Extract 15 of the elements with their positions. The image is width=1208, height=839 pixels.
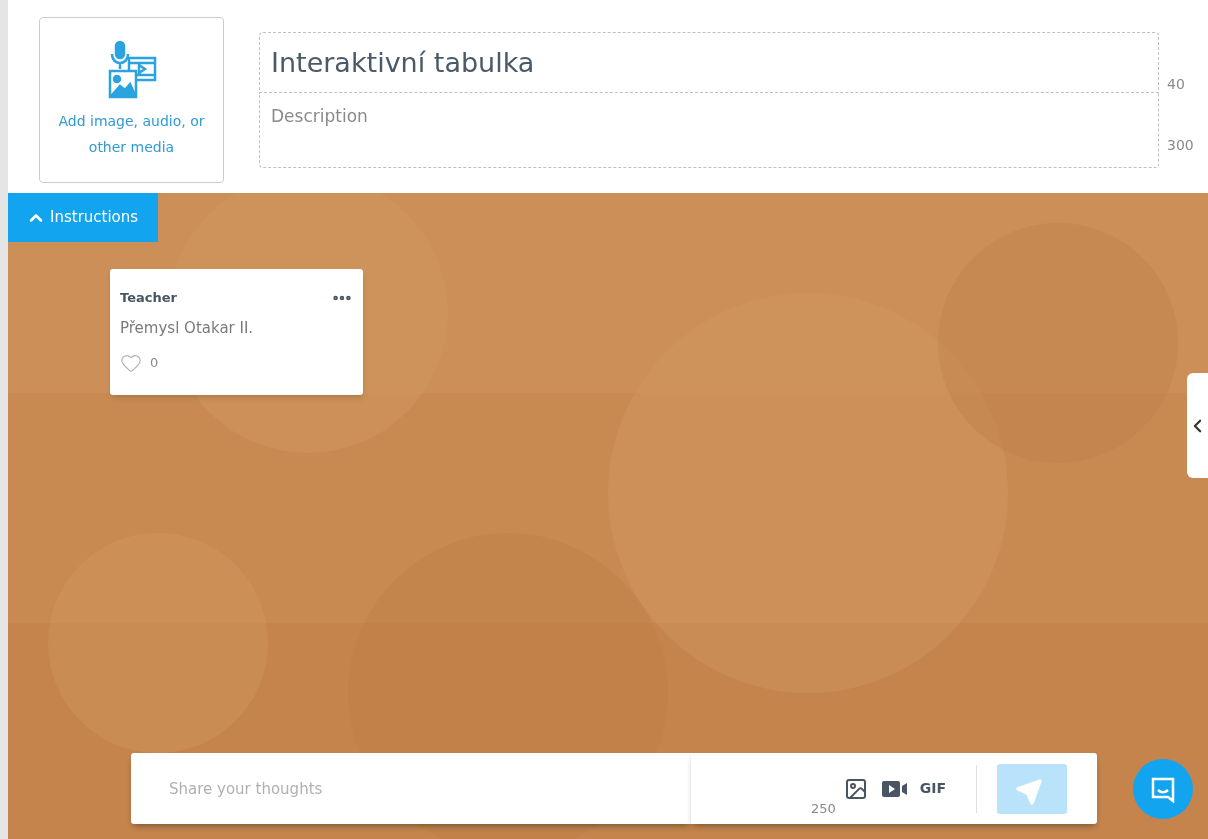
media-icon [106,40,157,100]
video-icon[interactable] [881,779,908,798]
title-field[interactable]: Interaktivní tabulka [259,32,1159,93]
character-counter: 250 [810,799,836,818]
share-thoughts-field[interactable]: Share your thoughts [131,753,691,824]
post-author: Teacher [120,289,177,308]
side-panel-tab[interactable] [1187,373,1208,478]
chat-icon [1149,775,1177,803]
gif-button[interactable]: GIF [919,778,946,799]
description-character-counter: 300 [1167,136,1194,155]
post-text: Přemysl Otakar II. [120,318,255,339]
like-count: 0 [150,353,159,372]
image-icon[interactable] [843,776,868,801]
title-character-counter: 40 [1167,75,1186,94]
description-field[interactable]: Description [259,93,1159,168]
